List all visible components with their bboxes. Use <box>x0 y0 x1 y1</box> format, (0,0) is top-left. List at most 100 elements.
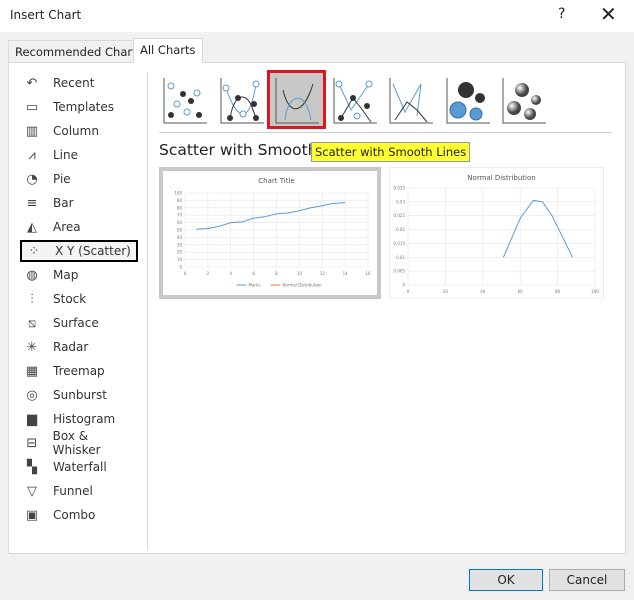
x-tick-label: 2 <box>207 271 210 276</box>
sidebar-item-radar[interactable]: ✳ Radar <box>20 336 138 358</box>
x-tick-label: 60 <box>518 289 524 294</box>
chart-type-icon: ◭ <box>27 219 37 235</box>
series-line <box>502 199 574 258</box>
sidebar-item-sunburst[interactable]: ◎ Sunburst <box>20 384 138 406</box>
sidebar-item-label: Sunburst <box>53 388 107 402</box>
subtype-3-d-bubble[interactable] <box>499 75 546 124</box>
y-tick-label: 10 <box>177 257 183 262</box>
sidebar-item-x-y-scatter[interactable]: ⁘ X Y (Scatter) <box>20 240 138 262</box>
chart-type-icon: ▆ <box>27 411 37 427</box>
y-tick-label: 0.03 <box>396 199 405 204</box>
sidebar-item-pie[interactable]: ◔ Pie <box>20 168 138 190</box>
chart-title: Chart Title <box>258 177 294 185</box>
y-tick-label: 0.025 <box>394 213 406 218</box>
sidebar-item-label: Treemap <box>53 364 105 378</box>
help-button[interactable]: ? <box>558 6 565 22</box>
sidebar-item-label: Line <box>53 148 79 162</box>
sidebar-item-label: Surface <box>53 316 99 330</box>
sidebar-item-label: Combo <box>53 508 96 522</box>
subtype-scatter-with-straight-lines[interactable] <box>386 75 433 124</box>
subtype-bubble-icon <box>446 78 490 124</box>
y-tick-label: 100 <box>174 191 182 196</box>
y-tick-label: 70 <box>177 213 183 218</box>
x-tick-label: 12 <box>320 271 326 276</box>
y-tick-label: 0 <box>402 283 405 288</box>
sidebar-item-line[interactable]: ⩘ Line <box>20 144 138 166</box>
chart-preview-1[interactable]: Chart Title 0 10 20 30 40 50 60 70 80 90 100 0 2 4 6 8 10… <box>159 167 381 299</box>
sidebar-item-treemap[interactable]: ▦ Treemap <box>20 360 138 382</box>
chart-type-icon: ▥ <box>25 123 39 139</box>
y-tick-label: 0.01 <box>396 255 405 260</box>
chart-type-icon: ⩘ <box>28 147 36 163</box>
y-tick-label: 0.035 <box>394 186 406 191</box>
y-tick-label: 0.005 <box>394 269 406 274</box>
sidebar-item-combo[interactable]: ▣ Combo <box>20 504 138 526</box>
y-tick-label: 50 <box>177 228 183 233</box>
sidebar-item-label: Radar <box>53 340 89 354</box>
x-tick-label: 100 <box>591 289 599 294</box>
ok-button[interactable]: OK <box>469 569 543 591</box>
chart-type-icon: ▭ <box>25 99 39 115</box>
chart-type-icon: ▽ <box>27 483 37 499</box>
sidebar-item-label: Waterfall <box>53 460 107 474</box>
chart-type-icon: ◎ <box>26 387 38 403</box>
sidebar-item-label: Recent <box>53 76 95 90</box>
sidebar-item-area[interactable]: ◭ Area <box>20 216 138 238</box>
tab-recommended-charts[interactable]: Recommended Charts <box>8 40 150 62</box>
subtype-scatter-with-straight-lines-and-markers-icon <box>333 78 377 124</box>
divider <box>147 72 148 550</box>
chart-type-icon: ✳ <box>26 339 38 355</box>
x-tick-label: 16 <box>365 271 371 276</box>
subtype-scatter-with-smooth-lines-and-markers[interactable] <box>217 75 264 124</box>
chart-type-icon: ⁘ <box>28 243 40 259</box>
subtype-3-d-bubble-icon <box>502 78 546 124</box>
sidebar-item-column[interactable]: ▥ Column <box>20 120 138 142</box>
sidebar-item-label: Funnel <box>53 484 93 498</box>
chart-type-icon: ⧅ <box>27 315 37 331</box>
chart-type-icon: ⊟ <box>26 435 38 451</box>
subtype-bubble[interactable] <box>443 75 490 124</box>
subtype-scatter-with-smooth-lines-icon <box>275 78 319 124</box>
divider <box>159 132 612 133</box>
sidebar-item-label: Column <box>53 124 99 138</box>
sidebar-item-label: X Y (Scatter) <box>55 244 131 258</box>
close-button[interactable]: ✕ <box>600 2 617 26</box>
chart-type-icon: ◍ <box>26 267 38 283</box>
x-tick-label: 8 <box>275 271 278 276</box>
sidebar-item-label: Map <box>53 268 79 282</box>
legend-entry: Marks <box>249 283 261 288</box>
sidebar-item-label: Histogram <box>53 412 116 426</box>
sidebar-item-box-whisker[interactable]: ⊟ Box & Whisker <box>20 429 138 457</box>
sidebar-item-recent[interactable]: ↶ Recent <box>20 72 138 94</box>
legend-entry: Normal Distribution <box>283 283 323 288</box>
sidebar-item-funnel[interactable]: ▽ Funnel <box>20 480 138 502</box>
subtype-scatter-with-straight-lines-and-markers[interactable] <box>330 75 377 124</box>
chart-type-icon: ◔ <box>26 171 38 187</box>
sidebar-item-bar[interactable]: ≡ Bar <box>20 192 138 214</box>
subtype-heading: Scatter with Smooth L <box>159 141 332 159</box>
x-tick-label: 40 <box>480 289 486 294</box>
chart-preview-2[interactable]: Normal Distribution 0 0.005 0.01 0.015 0.02 0.… <box>389 167 604 299</box>
sidebar-item-histogram[interactable]: ▆ Histogram <box>20 408 138 430</box>
sidebar-item-waterfall[interactable]: ▚ Waterfall <box>20 456 138 478</box>
sidebar-item-templates[interactable]: ▭ Templates <box>20 96 138 118</box>
sidebar-item-label: Box & Whisker <box>52 429 101 457</box>
subtype-scatter[interactable] <box>160 75 207 124</box>
x-tick-label: 4 <box>229 271 232 276</box>
sidebar-item-label: Pie <box>53 172 71 186</box>
subtype-scatter-with-smooth-lines[interactable] <box>267 70 326 129</box>
y-tick-label: 20 <box>177 250 183 255</box>
y-tick-label: 0.015 <box>394 241 406 246</box>
sidebar-item-map[interactable]: ◍ Map <box>20 264 138 286</box>
chart-type-icon: ▣ <box>25 507 39 523</box>
y-tick-label: 90 <box>177 198 183 203</box>
cancel-button[interactable]: Cancel <box>549 569 625 591</box>
sidebar-item-label: Bar <box>53 196 74 210</box>
sidebar-item-surface[interactable]: ⧅ Surface <box>20 312 138 334</box>
dialog-title: Insert Chart <box>10 8 82 22</box>
sidebar-item-stock[interactable]: ⫶ Stock <box>20 288 138 310</box>
x-tick-label: 20 <box>443 289 449 294</box>
y-tick-label: 30 <box>177 242 183 247</box>
y-tick-label: 0 <box>179 265 182 270</box>
tab-all-charts[interactable]: All Charts <box>133 38 203 63</box>
